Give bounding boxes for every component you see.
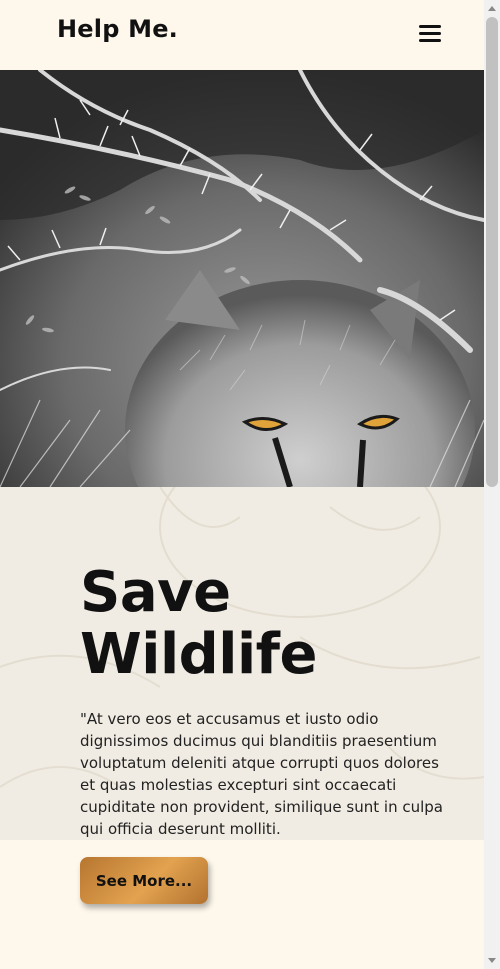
scroll-down-icon[interactable] <box>488 958 496 963</box>
site-header: Help Me. <box>0 0 484 70</box>
see-more-button[interactable]: See More... <box>80 857 208 904</box>
menu-bar-middle <box>419 32 441 35</box>
wildcat-photo <box>0 70 484 487</box>
page-title: Save Wildlife <box>80 562 317 686</box>
site-logo[interactable]: Help Me. <box>57 15 178 43</box>
vertical-scrollbar[interactable] <box>484 0 500 969</box>
page: Help Me. Save Wildlife "At vero eos et a… <box>0 0 484 969</box>
title-line-wildlife: Wildlife <box>80 622 317 687</box>
hero-image <box>0 70 484 487</box>
hamburger-menu-icon[interactable] <box>416 22 444 48</box>
description-text: "At vero eos et accusamus et iusto odio … <box>80 710 443 838</box>
scrollbar-thumb[interactable] <box>486 17 498 487</box>
button-area: See More... <box>0 840 484 969</box>
title-line-save: Save <box>80 560 231 625</box>
menu-bar-top <box>419 25 441 28</box>
menu-bar-bottom <box>419 39 441 42</box>
scroll-up-icon[interactable] <box>488 6 496 11</box>
content-section: Save Wildlife "At vero eos et accusamus … <box>0 487 484 840</box>
